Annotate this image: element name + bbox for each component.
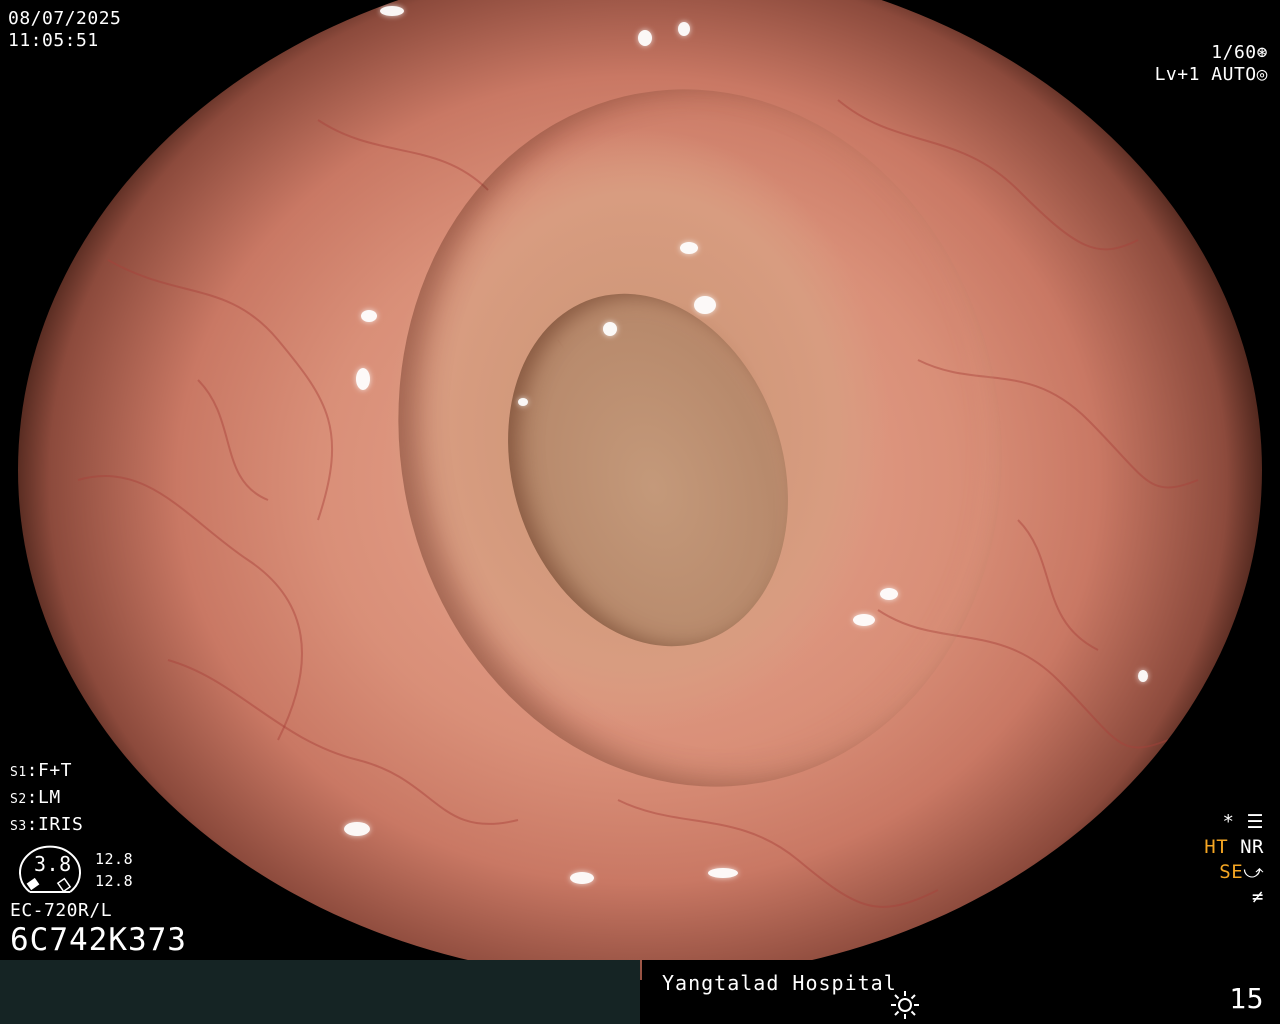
setting-row: S3:IRIS [10,814,84,835]
light-reflection [880,588,898,600]
light-reflection [344,822,370,836]
gauge-value: 3.8 [34,852,72,876]
light-reflection [853,614,875,626]
gauge-readouts: 12.8 12.8 [95,848,133,892]
hospital-name: Yangtalad Hospital [662,971,897,995]
light-reflection [603,322,617,336]
light-reflection [570,872,594,884]
level-text: Lv+1 [1154,64,1200,85]
shutter-text: 1/60 [1211,42,1257,63]
light-reflection [356,368,370,390]
setting-value: LM [38,787,61,808]
not-equal-icon: ≠ [1252,886,1264,908]
curve-icon: ⤻ [1243,861,1264,883]
setting-value: F+T [38,760,73,781]
exposure-display: 1/60⊛ Lv+1 AUTO◎ [1155,42,1268,86]
setting-key: S3 [10,819,27,834]
setting-row: S1:F+T [10,760,73,781]
auto-iris-icon: ◎ [1256,64,1268,85]
light-reflection [1138,670,1148,682]
mode-text: AUTO [1211,64,1257,85]
endoscope-image [18,0,1262,980]
light-reflection [680,242,698,254]
light-reflection [638,30,652,46]
light-reflection [694,296,716,314]
light-reflection [361,310,377,322]
menu-icon: ☰ [1246,811,1264,833]
setting-key: S1 [10,765,27,780]
se-indicator: SE [1219,861,1244,883]
time-text: 11:05:51 [8,30,99,51]
light-reflection [678,22,690,36]
scope-model: EC-720R/L [10,900,113,921]
aperture-icon: ⊛ [1256,42,1268,63]
footer-left-panel [0,960,640,1024]
setting-value: IRIS [38,814,84,835]
gauge-upper: 12.8 [95,850,134,868]
ht-indicator: HT [1204,836,1229,858]
light-reflection [518,398,528,406]
date-text: 08/07/2025 [8,8,122,29]
light-reflection [988,30,1010,42]
setting-key: S2 [10,792,27,807]
sun-icon [891,991,919,1019]
scope-serial: 6C742K373 [10,922,187,958]
gauge-lower: 12.8 [95,872,134,890]
switch-settings: S1:F+T S2:LM S3:IRIS [10,758,83,839]
status-indicators: * ☰ HT NR SE⤻ ≠ [1204,810,1264,910]
nr-indicator: NR [1240,836,1264,858]
datetime-display: 08/07/2025 11:05:51 [8,8,121,52]
setting-row: S2:LM [10,787,61,808]
light-reflection [708,868,738,878]
frame-number: 15 [1229,982,1264,1015]
light-reflection [380,6,404,16]
star-indicator: * [1222,811,1235,833]
